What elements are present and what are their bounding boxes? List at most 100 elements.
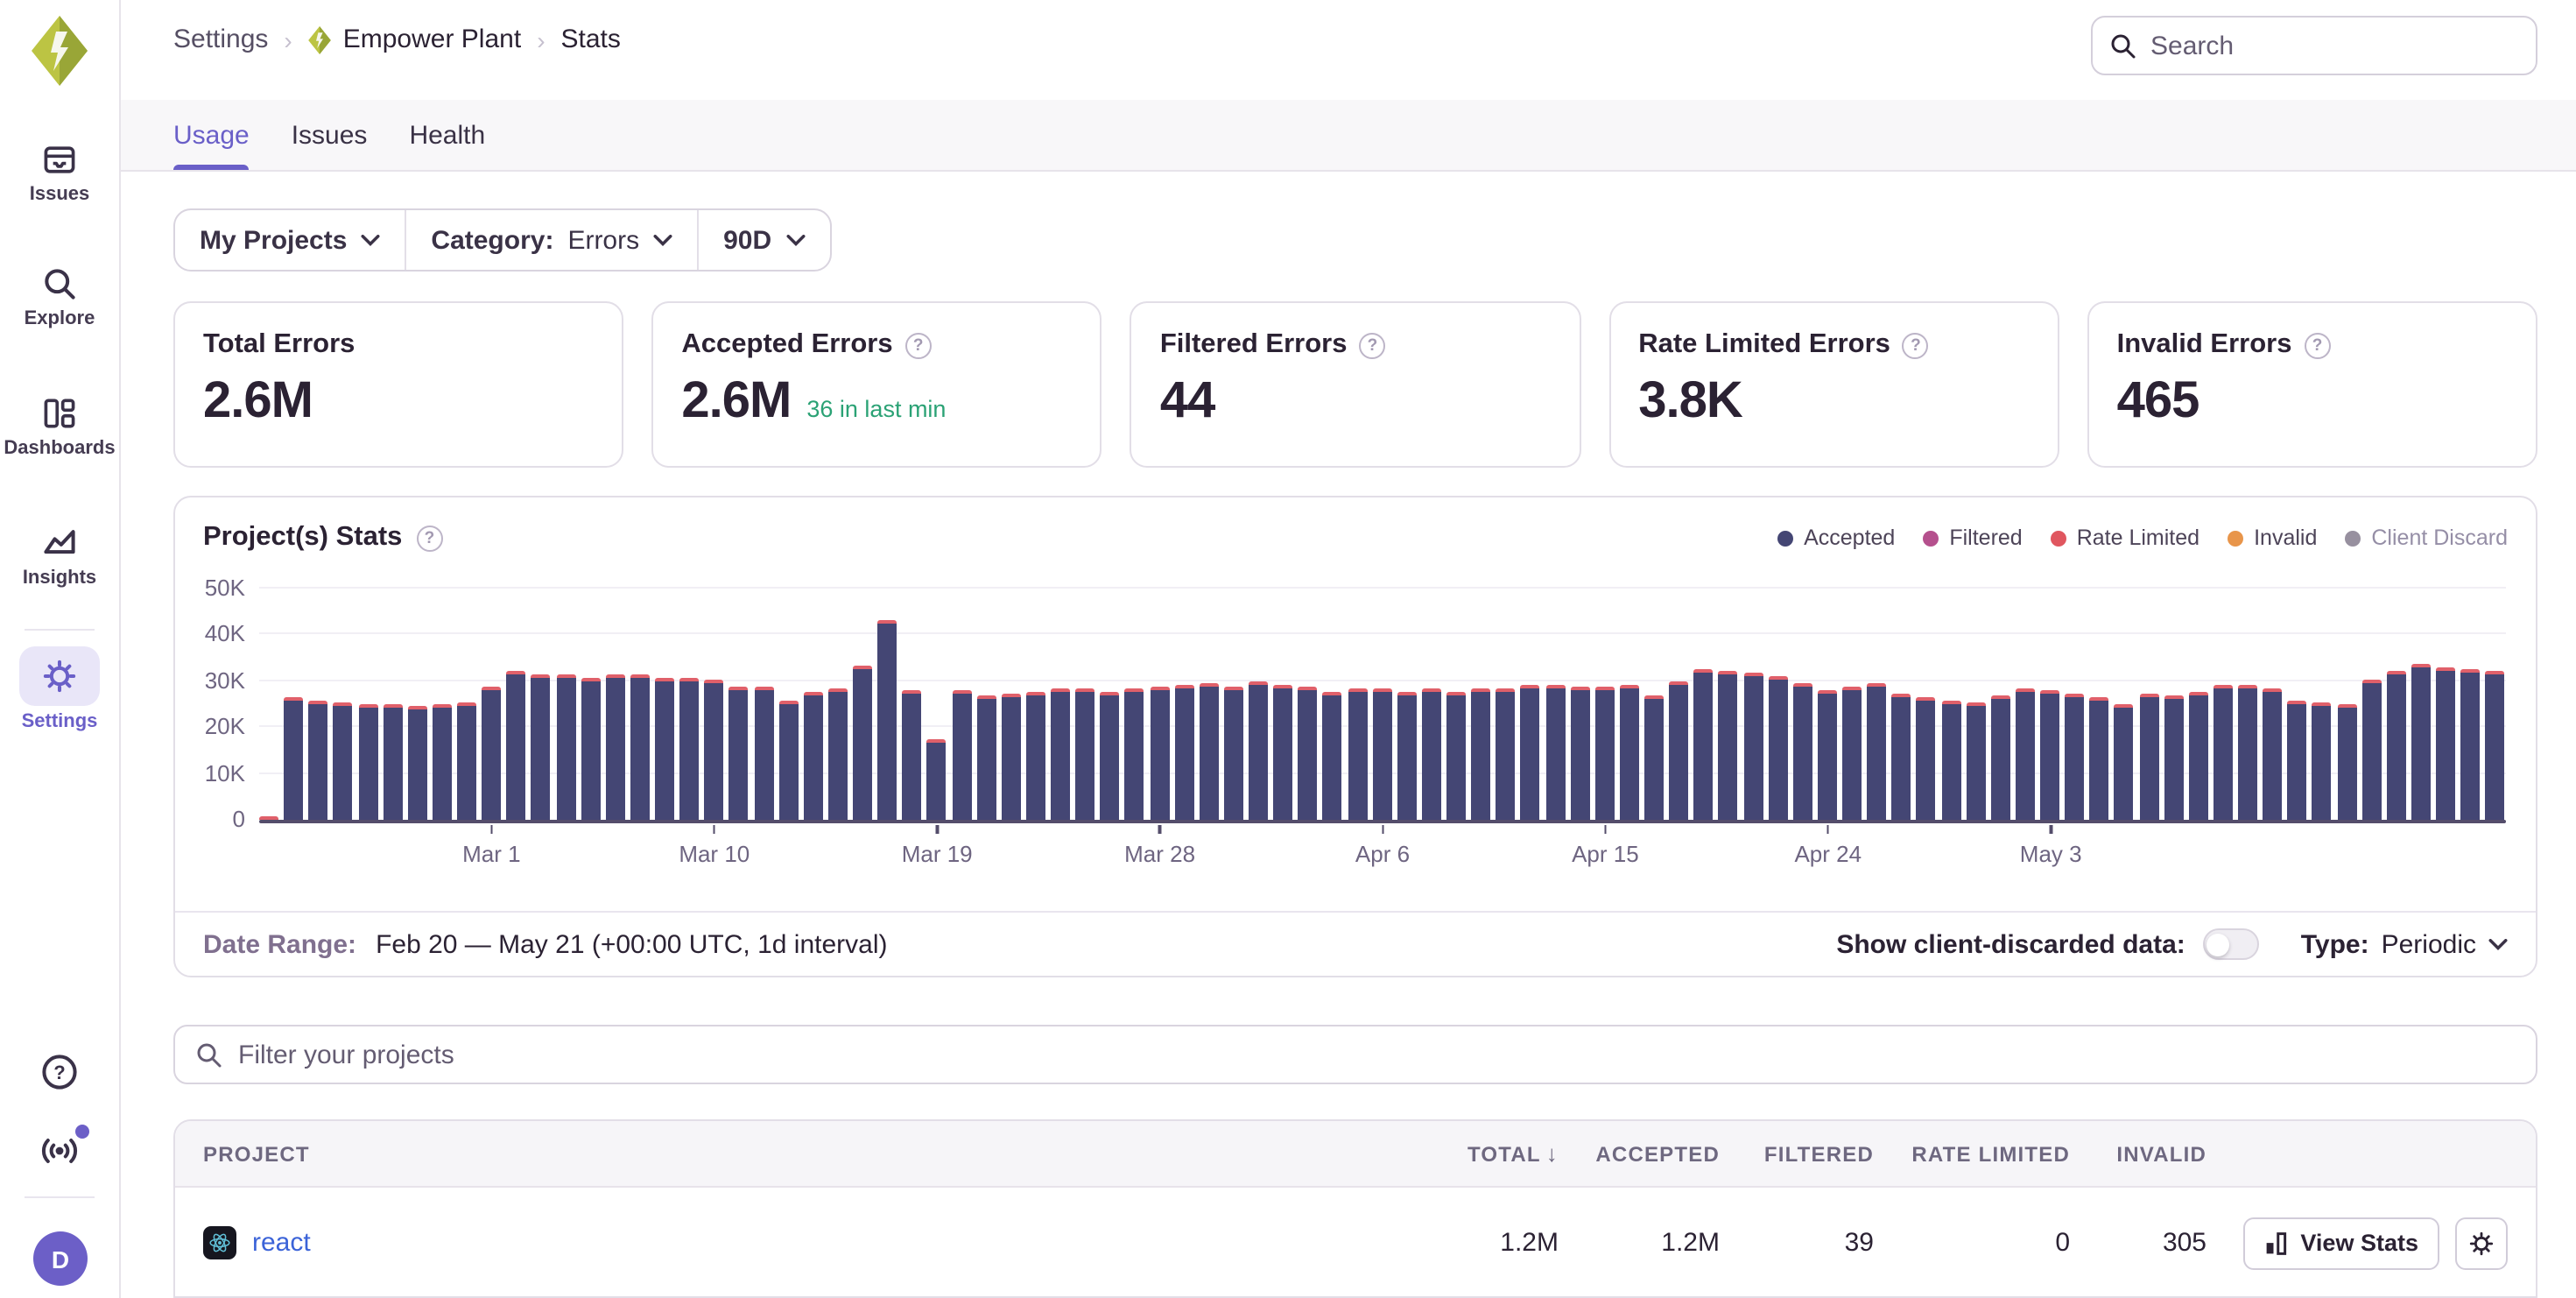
card-title: Total Errors: [203, 329, 355, 361]
table-header: PROJECT TOTAL↓ ACCEPTED FILTERED RATE LI…: [175, 1121, 2536, 1188]
cell-filtered: 39: [1720, 1228, 1874, 1258]
dashboards-icon: [40, 394, 79, 433]
tab-health[interactable]: Health: [409, 100, 485, 170]
column-accepted[interactable]: ACCEPTED: [1559, 1141, 1720, 1166]
org-logo[interactable]: [0, 14, 119, 88]
project-selector[interactable]: My Projects: [175, 210, 405, 270]
broadcasts-button[interactable]: [0, 1130, 119, 1172]
notification-dot: [75, 1125, 89, 1139]
client-discard-toggle-label: Show client-discarded data:: [1836, 929, 2185, 959]
date-range-label: Date Range:: [203, 929, 356, 959]
project-filter[interactable]: [173, 1025, 2537, 1084]
breadcrumb-stats[interactable]: Stats: [561, 25, 621, 54]
project-link[interactable]: react: [252, 1228, 311, 1258]
column-rate-limited[interactable]: RATE LIMITED: [1874, 1141, 2070, 1166]
breadcrumb-org[interactable]: Empower Plant: [308, 25, 521, 54]
help-icon[interactable]: ?: [2305, 332, 2331, 358]
tab-issues[interactable]: Issues: [292, 100, 368, 170]
sort-arrow-icon: ↓: [1546, 1140, 1559, 1167]
card-value: 2.6M: [681, 373, 791, 431]
breadcrumb-settings[interactable]: Settings: [173, 25, 268, 54]
global-search[interactable]: [2091, 16, 2537, 75]
chart-area: 010K20K30K40K50K Mar 1Mar 10Mar 19Mar 28…: [200, 589, 2506, 879]
search-icon: [2110, 32, 2136, 59]
search-icon: [40, 265, 79, 303]
sidebar-divider: [25, 629, 95, 631]
sidebar-item-insights[interactable]: Insights: [0, 524, 119, 589]
help-icon[interactable]: ?: [416, 525, 442, 551]
project-cell: react: [203, 1226, 1366, 1259]
row-actions: View Stats: [2206, 1217, 2508, 1269]
type-selector[interactable]: Type: Periodic: [2301, 929, 2508, 959]
chart-x-axis: Mar 1Mar 10Mar 19Mar 28Apr 6Apr 15Apr 24…: [259, 823, 2506, 879]
stat-card: Total Errors 2.6M: [173, 301, 623, 468]
gear-icon: [2467, 1229, 2495, 1257]
insights-icon: [40, 524, 79, 562]
chart-bars: [259, 589, 2506, 820]
react-platform-icon: [203, 1226, 236, 1259]
main-content: Settings › Empower Plant › Stats Usage: [121, 0, 2576, 1298]
column-filtered[interactable]: FILTERED: [1720, 1141, 1874, 1166]
date-period-selector[interactable]: 90D: [697, 210, 829, 270]
legend-item[interactable]: Filtered: [1923, 526, 2022, 550]
project-filter-input[interactable]: [238, 1040, 2515, 1069]
legend-item[interactable]: Client Discard: [2345, 526, 2508, 550]
tab-usage[interactable]: Usage: [173, 100, 250, 170]
project-settings-button[interactable]: [2455, 1217, 2508, 1269]
help-icon: ?: [39, 1051, 81, 1093]
gear-icon: [19, 646, 100, 706]
card-title: Rate Limited Errors: [1638, 329, 1890, 361]
help-icon[interactable]: ?: [905, 332, 932, 358]
stat-card: Rate Limited Errors?3.8K: [1608, 301, 2059, 468]
app-window: Issues Explore Dashboards: [0, 0, 2576, 1298]
chevron-down-icon: [653, 234, 672, 246]
chevron-down-icon: [785, 234, 805, 246]
table-row: react 1.2M 1.2M 39 0 305 View Stats: [175, 1188, 2536, 1298]
chart-plot[interactable]: Mar 1Mar 10Mar 19Mar 28Apr 6Apr 15Apr 24…: [259, 589, 2506, 879]
card-note: 36 in last min: [806, 396, 946, 422]
search-input[interactable]: [2150, 31, 2518, 60]
sidebar-item-settings[interactable]: Settings: [0, 646, 119, 732]
sidebar-item-label: Settings: [22, 711, 98, 732]
cell-total: 1.2M: [1366, 1228, 1559, 1258]
stat-card: Filtered Errors?44: [1130, 301, 1580, 468]
card-value: 2.6M: [203, 373, 313, 431]
card-value: 465: [2117, 373, 2199, 431]
cell-accepted: 1.2M: [1559, 1228, 1720, 1258]
issues-icon: [40, 140, 79, 179]
column-total[interactable]: TOTAL↓: [1366, 1140, 1559, 1167]
page-filter-bar: My Projects Category: Errors 90D: [173, 208, 831, 272]
chevron-down-icon: [361, 234, 380, 246]
legend-item[interactable]: Invalid: [2228, 526, 2317, 550]
user-avatar[interactable]: D: [33, 1231, 88, 1286]
help-icon[interactable]: ?: [1359, 332, 1385, 358]
sidebar-item-issues[interactable]: Issues: [0, 140, 119, 205]
card-title: Filtered Errors: [1160, 329, 1348, 361]
category-selector[interactable]: Category: Errors: [405, 210, 697, 270]
stat-cards: Total Errors 2.6M Accepted Errors? 2.6M 36 i…: [173, 301, 2537, 468]
bar-chart-icon: [2263, 1231, 2288, 1255]
chart-footer: Date Range: Feb 20 — May 21 (+00:00 UTC,…: [175, 911, 2536, 976]
card-title: Accepted Errors: [681, 329, 892, 361]
stat-card: Invalid Errors? 465: [2087, 301, 2537, 468]
help-icon[interactable]: ?: [1903, 332, 1929, 358]
legend-item[interactable]: Accepted: [1777, 526, 1895, 550]
column-invalid[interactable]: INVALID: [2070, 1141, 2206, 1166]
client-discard-toggle[interactable]: [2203, 928, 2259, 960]
card-title: Invalid Errors: [2117, 329, 2292, 361]
legend-item[interactable]: Rate Limited: [2051, 526, 2199, 550]
help-button[interactable]: ?: [0, 1051, 119, 1093]
cell-invalid: 305: [2070, 1228, 2206, 1258]
column-project: PROJECT: [203, 1141, 1366, 1166]
stat-card: Accepted Errors? 2.6M 36 in last min: [651, 301, 1101, 468]
sidebar-item-label: Issues: [30, 184, 90, 205]
chart-legend: Accepted Filtered Rate Limited Invalid Clien…: [1777, 526, 2508, 550]
sidebar-item-explore[interactable]: Explore: [0, 265, 119, 329]
view-stats-button[interactable]: View Stats: [2242, 1217, 2439, 1269]
broadcast-icon: [37, 1130, 82, 1172]
svg-text:?: ?: [53, 1062, 65, 1083]
sidebar-item-dashboards[interactable]: Dashboards: [0, 394, 119, 459]
projects-table: PROJECT TOTAL↓ ACCEPTED FILTERED RATE LI…: [173, 1119, 2537, 1298]
org-logo-icon: [32, 14, 88, 88]
cell-rate-limited: 0: [1874, 1228, 2070, 1258]
